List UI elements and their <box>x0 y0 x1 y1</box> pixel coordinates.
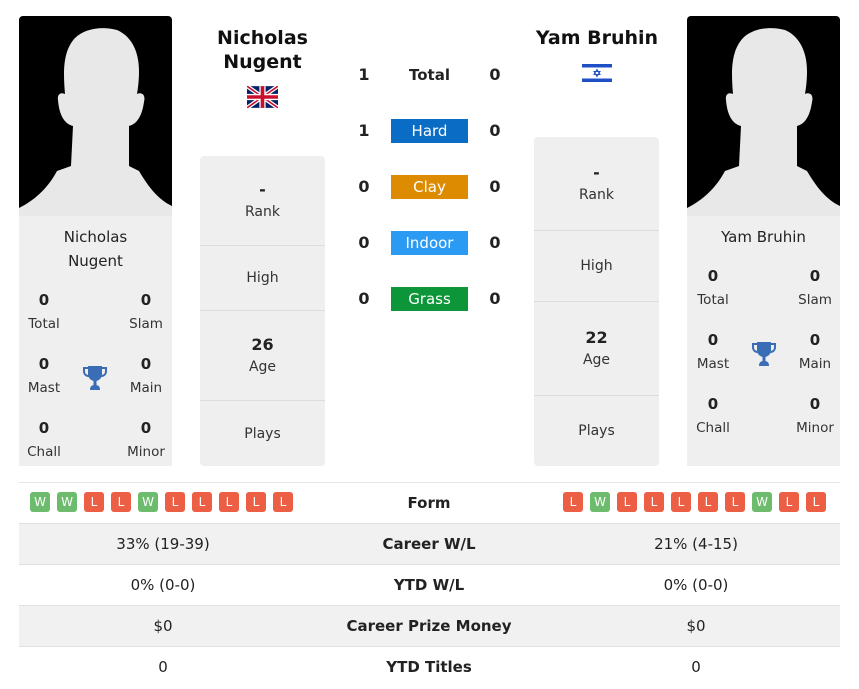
israel-flag-icon <box>582 62 612 84</box>
player2-prize-money: $0 <box>686 617 706 635</box>
form-badge[interactable]: L <box>246 492 266 512</box>
surface-badge-grass: Grass <box>391 287 468 311</box>
h2h-row-total: 1 Total 0 <box>345 63 515 87</box>
player1-prize-money: $0 <box>153 617 173 635</box>
h2h-total-p2: 0 <box>489 65 501 84</box>
player2-card: Yam Bruhin 0 Total 0 Slam 0 Mast 0 Main … <box>687 216 840 466</box>
form-badge[interactable]: W <box>590 492 610 512</box>
player2-career-wl: 21% (4-15) <box>654 535 738 553</box>
player1-age: 26 Age <box>200 311 325 401</box>
form-badge[interactable]: L <box>725 492 745 512</box>
form-badge[interactable]: L <box>779 492 799 512</box>
form-badge[interactable]: L <box>617 492 637 512</box>
avatar-silhouette-icon <box>19 28 172 216</box>
stat-label: YTD W/L <box>393 576 465 594</box>
form-badge[interactable]: W <box>138 492 158 512</box>
h2h-row-hard: 1 Hard 0 <box>345 119 515 143</box>
h2h-total-label: Total <box>409 66 450 84</box>
player1-high: High <box>200 246 325 311</box>
player1-name-line2: Nugent <box>68 252 123 270</box>
form-row: W W L L W L L L L L Form L W L L L L L W… <box>19 482 840 523</box>
stat-row-prize-money: $0 Career Prize Money $0 <box>19 605 840 646</box>
player1-card-name: Nicholas Nugent <box>19 225 172 273</box>
surface-badge-indoor: Indoor <box>391 231 468 255</box>
h2h-hard-p1: 1 <box>358 121 370 140</box>
trophy-icon <box>83 366 107 390</box>
player2-photo <box>687 16 840 216</box>
player1-titles-slam: 0 Slam <box>129 291 163 332</box>
player1-form: W W L L W L L L L L <box>30 492 293 512</box>
player2-plays: Plays <box>578 423 615 439</box>
player2-titles-total: 0 Total <box>697 267 729 308</box>
form-badge[interactable]: W <box>752 492 772 512</box>
form-badge[interactable]: L <box>563 492 583 512</box>
player2-card-name: Yam Bruhin <box>721 228 806 246</box>
h2h-grass-p2: 0 <box>489 289 501 308</box>
player1-career-wl: 33% (19-39) <box>116 535 210 553</box>
avatar-silhouette-icon <box>687 28 840 216</box>
surface-badge-clay: Clay <box>391 175 468 199</box>
player1-ytd-wl: 0% (0-0) <box>130 576 196 594</box>
form-badge[interactable]: L <box>165 492 185 512</box>
player1-titles-mast: 0 Mast <box>27 355 61 396</box>
player2-titles-minor: 0 Minor <box>796 395 834 436</box>
h2h-row-grass: 0 Grass 0 <box>345 287 515 311</box>
stat-row-career-wl: 33% (19-39) Career W/L 21% (4-15) <box>19 523 840 564</box>
h2h-row-clay: 0 Clay 0 <box>345 175 515 199</box>
player1-plays: Plays <box>244 425 281 442</box>
form-badge[interactable]: L <box>84 492 104 512</box>
player2-high: High <box>534 231 659 302</box>
player1-titles-chall: 0 Chall <box>27 419 61 460</box>
player2-ytd-wl: 0% (0-0) <box>663 576 729 594</box>
player1-info-panel: - Rank High 26 Age Plays <box>200 156 325 466</box>
h2h-hard-p2: 0 <box>489 121 501 140</box>
form-badge[interactable]: W <box>57 492 77 512</box>
player1-rank: - Rank <box>200 156 325 246</box>
form-badge[interactable]: W <box>30 492 50 512</box>
player1-photo <box>19 16 172 216</box>
player2-titles-main: 0 Main <box>798 331 832 372</box>
player1-titles-minor: 0 Minor <box>127 419 165 460</box>
trophy-icon <box>752 342 776 366</box>
h2h-grass-p1: 0 <box>358 289 370 308</box>
form-badge[interactable]: L <box>671 492 691 512</box>
h2h-clay-p1: 0 <box>358 177 370 196</box>
stat-label: YTD Titles <box>386 658 472 676</box>
stat-row-ytd-wl: 0% (0-0) YTD W/L 0% (0-0) <box>19 564 840 605</box>
uk-flag-icon <box>247 86 278 108</box>
form-badge[interactable]: L <box>644 492 664 512</box>
form-badge[interactable]: L <box>219 492 239 512</box>
player1-header-name[interactable]: Nicholas Nugent <box>195 26 330 74</box>
player2-ytd-titles: 0 <box>691 658 701 676</box>
form-badge[interactable]: L <box>698 492 718 512</box>
player2-header-name[interactable]: Yam Bruhin <box>528 26 666 50</box>
h2h-clay-p2: 0 <box>489 177 501 196</box>
h2h-indoor-p1: 0 <box>358 233 370 252</box>
h2h-total-p1: 1 <box>358 65 370 84</box>
player2-form: L W L L L L L W L L <box>563 492 826 512</box>
h2h-row-indoor: 0 Indoor 0 <box>345 231 515 255</box>
player2-info-panel: - Rank High 22 Age Plays <box>534 137 659 466</box>
player1-ytd-titles: 0 <box>158 658 168 676</box>
player1-titles-total: 0 Total <box>28 291 60 332</box>
player1-name-line1: Nicholas <box>63 228 128 246</box>
player2-titles-slam: 0 Slam <box>798 267 832 308</box>
form-badge[interactable]: L <box>111 492 131 512</box>
stat-row-ytd-titles: 0 YTD Titles 0 <box>19 646 840 687</box>
player2-titles-chall: 0 Chall <box>696 395 730 436</box>
player2-rank: - Rank <box>534 137 659 231</box>
form-label: Form <box>407 494 451 512</box>
stat-label: Career W/L <box>382 535 476 553</box>
form-badge[interactable]: L <box>192 492 212 512</box>
surface-badge-hard: Hard <box>391 119 468 143</box>
player2-age: 22 Age <box>534 302 659 396</box>
form-badge[interactable]: L <box>273 492 293 512</box>
h2h-indoor-p2: 0 <box>489 233 501 252</box>
player1-card: Nicholas Nugent 0 Total 0 Slam 0 Mast 0 … <box>19 216 172 466</box>
player1-titles-main: 0 Main <box>129 355 163 396</box>
player2-titles-mast: 0 Mast <box>696 331 730 372</box>
form-badge[interactable]: L <box>806 492 826 512</box>
stat-label: Career Prize Money <box>346 617 512 635</box>
